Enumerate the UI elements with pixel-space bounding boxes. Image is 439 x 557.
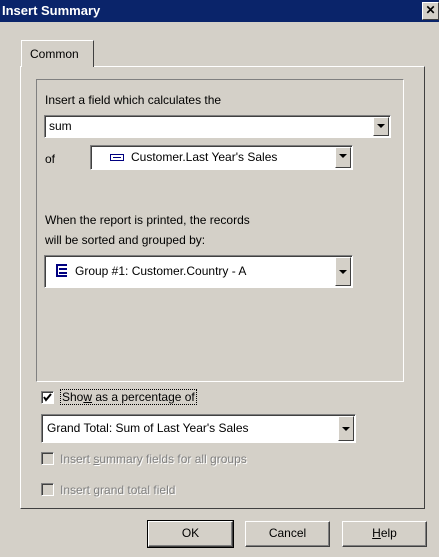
- ok-button-label: OK: [181, 526, 200, 540]
- chevron-down-icon: [339, 270, 347, 274]
- chevron-down-icon: [377, 124, 385, 128]
- close-button[interactable]: ✕: [422, 2, 439, 20]
- show-percentage-label[interactable]: Show as a percentage of: [60, 389, 197, 405]
- percentage-combobox[interactable]: Grand Total: Sum of Last Year's Sales: [41, 414, 356, 443]
- percentage-dropdown-button[interactable]: [338, 416, 354, 441]
- group-combobox[interactable]: Group #1: Customer.Country - A: [44, 255, 353, 288]
- checkmark-icon: [43, 393, 52, 402]
- field-dropdown-button[interactable]: [335, 147, 351, 168]
- function-dropdown-button[interactable]: [373, 117, 389, 136]
- title-bar[interactable]: Insert Summary ✕: [0, 0, 439, 22]
- summary-all-groups-label: Insert summary fields for all groups: [60, 452, 247, 466]
- group-dropdown-button[interactable]: [335, 257, 351, 286]
- window-title: Insert Summary: [2, 3, 101, 18]
- grand-total-label-pre: Insert: [60, 483, 94, 497]
- tab-common-label: Common: [30, 47, 79, 61]
- function-combobox[interactable]: sum: [44, 115, 391, 138]
- ok-button[interactable]: OK: [147, 520, 234, 548]
- function-value: sum: [49, 119, 72, 133]
- calc-prompt-label: Insert a field which calculates the: [45, 93, 222, 107]
- grouping-prompt-line2: will be sorted and grouped by:: [45, 233, 206, 247]
- chevron-down-icon: [339, 154, 347, 158]
- field-icon: [110, 154, 124, 161]
- summary-all-groups-label-post: ummary fields for all groups: [99, 452, 247, 466]
- group-icon: [56, 264, 67, 277]
- field-combobox[interactable]: Customer.Last Year's Sales: [90, 145, 353, 170]
- help-accelerator: H: [372, 526, 381, 540]
- grand-total-label-post: rand total field: [100, 483, 176, 497]
- cancel-button[interactable]: Cancel: [245, 521, 330, 547]
- help-button-label: elp: [380, 526, 397, 540]
- group-value: Group #1: Customer.Country - A: [75, 264, 247, 278]
- grand-total-checkbox[interactable]: [41, 483, 54, 496]
- close-icon: ✕: [425, 3, 436, 17]
- show-percentage-accelerator: w: [83, 390, 93, 404]
- tab-common[interactable]: Common: [21, 40, 94, 67]
- summary-all-groups-checkbox[interactable]: [41, 452, 54, 465]
- show-percentage-label-pre: Sho: [62, 390, 84, 404]
- summary-all-groups-label-pre: Insert: [60, 452, 94, 466]
- help-button[interactable]: Help: [342, 521, 427, 547]
- of-label: of: [45, 152, 56, 166]
- chevron-down-icon: [342, 427, 350, 431]
- grouping-prompt-line1: When the report is printed, the records: [45, 213, 250, 227]
- percentage-value: Grand Total: Sum of Last Year's Sales: [47, 421, 249, 435]
- field-value: Customer.Last Year's Sales: [131, 150, 278, 164]
- cancel-button-label: Cancel: [268, 526, 307, 540]
- grand-total-label: Insert grand total field: [60, 483, 175, 497]
- show-percentage-label-post: as a percentage of: [92, 390, 195, 404]
- show-percentage-checkbox[interactable]: [41, 391, 54, 404]
